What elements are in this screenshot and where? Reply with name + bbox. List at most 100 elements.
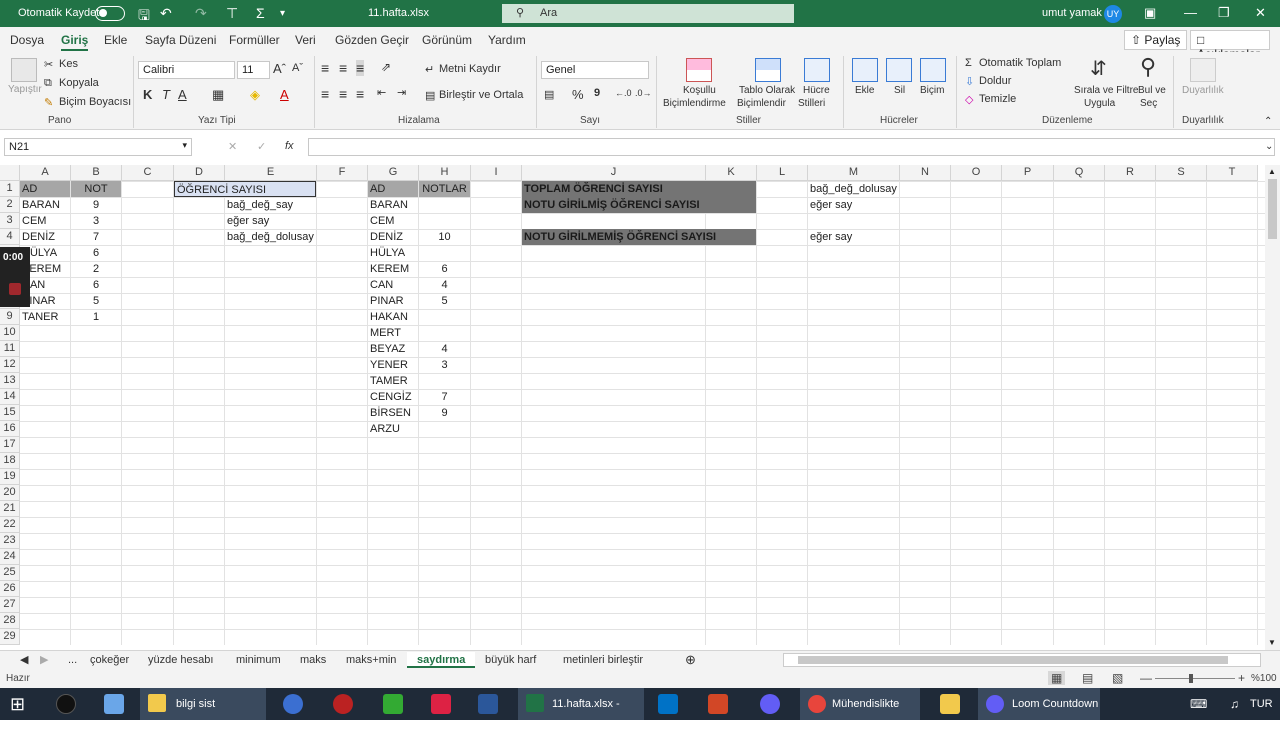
align-bottom-icon[interactable]: ≡ — [356, 60, 365, 76]
undo-icon[interactable]: ↶ — [160, 5, 172, 22]
format-cells-button[interactable]: Biçim — [920, 85, 944, 96]
cell-H6[interactable]: 6 — [419, 261, 470, 277]
row-header-29[interactable]: 29 — [0, 629, 20, 645]
stop-recording-button[interactable] — [9, 283, 21, 295]
row-header-3[interactable]: 3 — [0, 213, 20, 229]
sort-filter-line2[interactable]: Uygula — [1084, 98, 1115, 109]
row-header-22[interactable]: 22 — [0, 517, 20, 533]
zoom-slider[interactable] — [1155, 678, 1235, 679]
collapse-ribbon-icon[interactable]: ⌃ — [1264, 116, 1272, 127]
tab-sayfa-duzeni[interactable]: Sayfa Düzeni — [145, 33, 216, 47]
font-color-icon[interactable]: A — [280, 87, 289, 102]
row-header-9[interactable]: 9 — [0, 309, 20, 325]
row-header-2[interactable]: 2 — [0, 197, 20, 213]
cell-B8[interactable]: 5 — [71, 293, 121, 309]
cell-E2[interactable]: bağ_değ_say — [225, 197, 316, 213]
comma-button[interactable]: 9 — [594, 87, 600, 99]
align-top-icon[interactable]: ≡ — [321, 60, 329, 76]
sheet-tab-yuzde-hesabi[interactable]: yüzde hesabı — [142, 652, 219, 668]
name-box[interactable]: N21 ▾ — [4, 138, 192, 156]
add-sheet-icon[interactable]: ⊕ — [685, 652, 696, 668]
bold-button[interactable]: K — [143, 87, 152, 102]
app-icon[interactable] — [104, 694, 124, 714]
fill-icon[interactable]: ⇩ — [965, 75, 974, 88]
sort-filter-line1[interactable]: Sırala ve Filtre — [1074, 85, 1138, 96]
autosum-icon[interactable]: Σ — [965, 57, 972, 69]
search-box[interactable]: ⚲ Ara — [502, 4, 794, 23]
cell-G6[interactable]: KEREM — [368, 261, 418, 277]
sensitivity-icon[interactable] — [1190, 58, 1216, 82]
cell-H15[interactable]: 9 — [419, 405, 470, 421]
brush-icon[interactable]: ✎ — [44, 96, 53, 109]
cell-J4[interactable]: NOTU GİRİLMEMİŞ ÖĞRENCİ SAYISI — [522, 229, 756, 245]
autosum-button[interactable]: Otomatik Toplam — [979, 57, 1061, 69]
tab-gorunum[interactable]: Görünüm — [422, 33, 472, 47]
cell-E3[interactable]: eğer say — [225, 213, 316, 229]
formula-input[interactable] — [308, 138, 1275, 156]
cell-H11[interactable]: 4 — [419, 341, 470, 357]
language-indicator[interactable]: TUR — [1250, 688, 1273, 720]
column-header-I[interactable]: I — [471, 165, 522, 181]
fill-button[interactable]: Doldur — [979, 75, 1011, 87]
column-header-B[interactable]: B — [71, 165, 122, 181]
currency-icon[interactable]: ▤ — [544, 88, 554, 101]
conditional-format-icon[interactable] — [686, 58, 712, 82]
column-header-L[interactable]: L — [757, 165, 808, 181]
delete-cells-button[interactable]: Sil — [894, 85, 905, 96]
cell-J1[interactable]: TOPLAM ÖĞRENCİ SAYISI — [522, 181, 756, 197]
align-right-icon[interactable]: ≡ — [356, 86, 364, 102]
cell-M1[interactable]: bağ_değ_dolusay — [808, 181, 899, 197]
sheet-tab-minimum[interactable]: minimum — [230, 652, 287, 668]
column-header-R[interactable]: R — [1105, 165, 1156, 181]
font-name-select[interactable]: Calibri — [138, 61, 235, 79]
row-header-4[interactable]: 4 — [0, 229, 20, 245]
avatar[interactable]: UY — [1104, 5, 1122, 23]
cell-G11[interactable]: BEYAZ — [368, 341, 418, 357]
minimize-icon[interactable]: — — [1184, 5, 1197, 20]
ribbon-display-icon[interactable]: ▣ — [1144, 5, 1156, 21]
zoom-slider-thumb[interactable] — [1189, 674, 1193, 683]
column-header-N[interactable]: N — [900, 165, 951, 181]
format-cells-icon[interactable] — [920, 58, 946, 82]
borders-icon[interactable]: ▦ — [212, 87, 224, 103]
comments-button[interactable]: □ Açıklamalar — [1190, 30, 1270, 61]
cell-B6[interactable]: 2 — [71, 261, 121, 277]
underline-button[interactable]: A — [178, 87, 187, 102]
page-break-icon[interactable]: ▧ — [1112, 671, 1123, 685]
merge-icon[interactable]: ▤ — [425, 89, 435, 102]
orientation-icon[interactable]: ⇗ — [381, 60, 391, 74]
normal-view-icon[interactable]: ▦ — [1048, 671, 1066, 685]
cell-B3[interactable]: 3 — [71, 213, 121, 229]
cell-A1[interactable]: AD — [20, 181, 70, 197]
paste-icon[interactable] — [11, 58, 37, 82]
file-name[interactable]: 11.hafta.xlsx — [368, 7, 429, 19]
paste-button[interactable]: Yapıştır — [8, 84, 42, 95]
cell-D1[interactable]: ÖĞRENCİ SAYISI — [174, 181, 316, 197]
row-header-14[interactable]: 14 — [0, 389, 20, 405]
row-header-13[interactable]: 13 — [0, 373, 20, 389]
column-header-C[interactable]: C — [122, 165, 174, 181]
row-header-15[interactable]: 15 — [0, 405, 20, 421]
conditional-format-line2[interactable]: Biçimlendirme — [663, 98, 726, 109]
wrap-text-button[interactable]: Metni Kaydır — [439, 63, 501, 75]
row-header-12[interactable]: 12 — [0, 357, 20, 373]
format-painter-button[interactable]: Biçim Boyacısı — [59, 96, 131, 108]
column-header-Q[interactable]: Q — [1054, 165, 1105, 181]
align-middle-icon[interactable]: ≡ — [339, 60, 347, 76]
word-icon[interactable] — [478, 694, 498, 714]
autosave-toggle[interactable] — [95, 6, 125, 21]
h-scroll-thumb[interactable] — [798, 656, 1228, 664]
taskbar-loom[interactable]: Loom Countdown — [978, 688, 1100, 720]
row-header-27[interactable]: 27 — [0, 597, 20, 613]
sheet-tab-buyuk-harf[interactable]: büyük harf — [479, 652, 542, 668]
align-left-icon[interactable]: ≡ — [321, 86, 329, 102]
horizontal-scrollbar[interactable] — [783, 653, 1261, 667]
font-size-select[interactable]: 11 — [237, 61, 270, 79]
row-header-17[interactable]: 17 — [0, 437, 20, 453]
cell-M4[interactable]: eğer say — [808, 229, 899, 245]
column-header-H[interactable]: H — [419, 165, 471, 181]
cut-button[interactable]: Kes — [59, 58, 78, 70]
column-header-S[interactable]: S — [1156, 165, 1207, 181]
next-sheet-icon[interactable]: ▶ — [40, 652, 48, 668]
cell-H8[interactable]: 5 — [419, 293, 470, 309]
